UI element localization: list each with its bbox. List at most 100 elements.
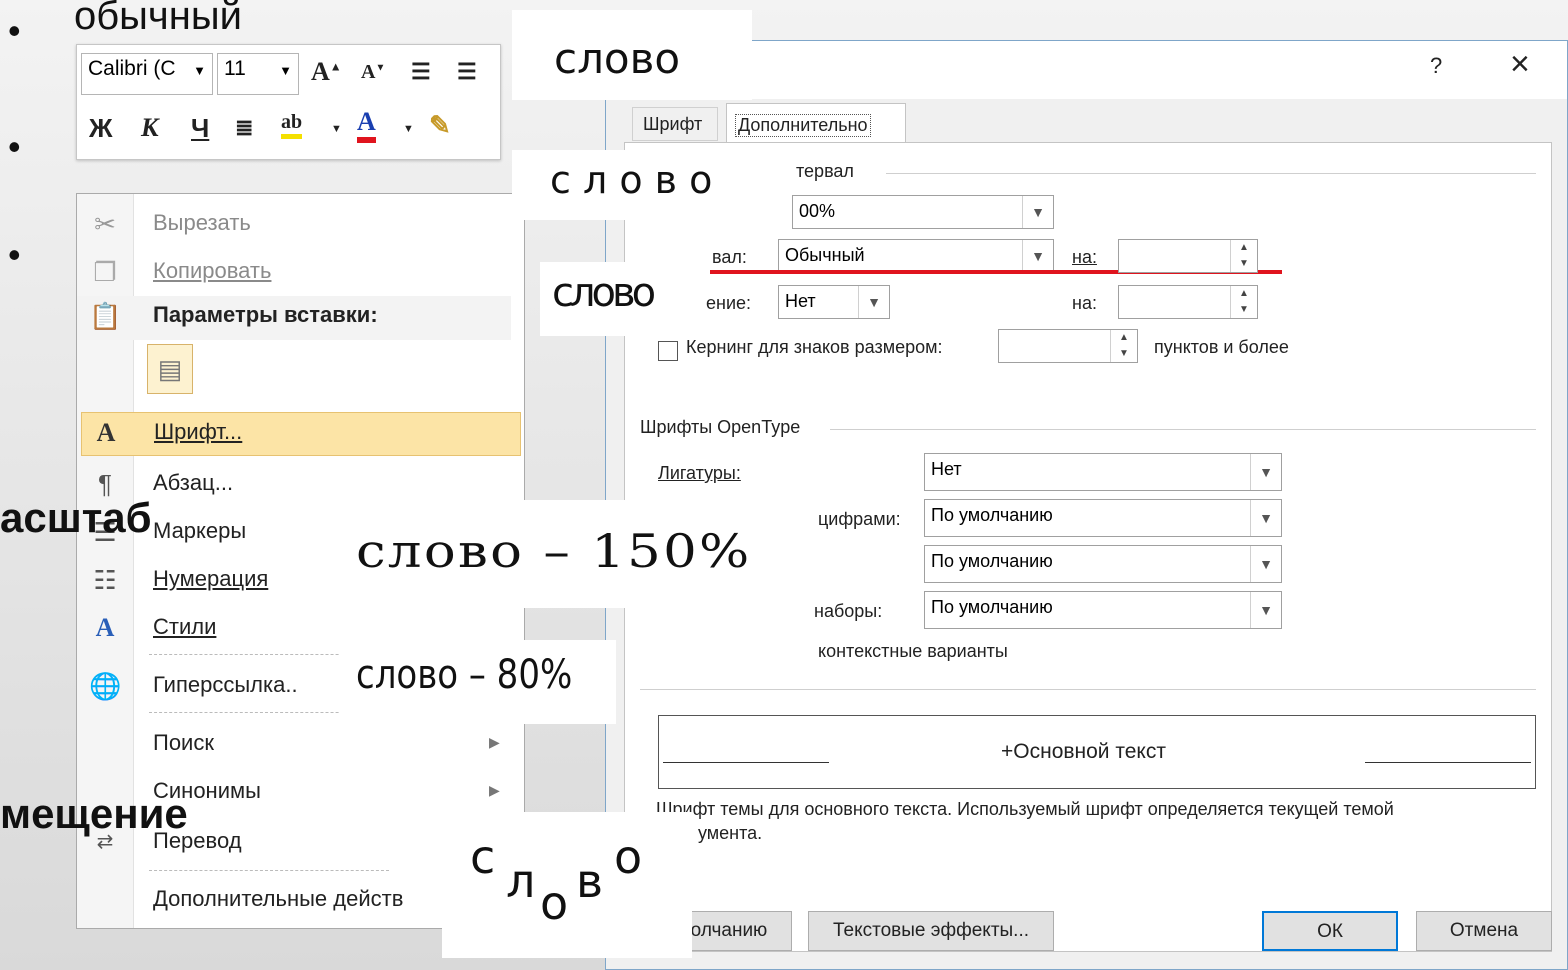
styles-icon: A [95,613,115,642]
offset-letter: л [506,854,536,908]
font-preview-box: +Основной текст [658,715,1536,789]
italic-button[interactable]: К [141,113,159,143]
menu-item-label: Стили [153,614,217,639]
highlight-color-icon[interactable]: ab [281,111,303,139]
cancel-button-label: Отмена [1449,920,1519,941]
bullet-dot: • [8,10,21,51]
sample-normal: слово [512,10,752,100]
kerning-checkbox[interactable] [658,341,678,361]
position-on-spinner[interactable]: ▲ ▼ [1118,285,1258,319]
font-name-combo[interactable]: Calibri (С ▼ [81,53,213,95]
numbered-list-icon: ☷ [93,565,117,595]
grow-font-icon[interactable]: A▲ [311,57,342,87]
increase-indent-icon[interactable]: ☰ [457,59,477,85]
chevron-down-icon: ▼ [1250,500,1281,536]
spacing-label: вал: [712,247,747,267]
position-label: ение: [706,293,752,313]
chevron-right-icon: ▶ [489,734,500,750]
sample-spaced: с л о в о [512,150,792,220]
tab-label: Шрифт [643,114,703,134]
spacing-value: Обычный [785,245,865,265]
tab-font[interactable]: Шрифт [632,107,718,141]
number-spacing-combo[interactable]: По умолчанию ▼ [924,499,1282,537]
chevron-down-icon[interactable]: ▼ [403,123,414,135]
spacing-on-label: на: [1072,247,1097,267]
sample-normal-text: слово [554,34,681,83]
sample-condensed-text: слово [552,270,656,316]
spinner-arrows-icon: ▲ ▼ [1110,330,1137,362]
globe-link-icon: 🌐 [89,671,122,701]
position-combo[interactable]: Нет ▼ [778,285,890,319]
offset-letter: о [540,876,569,930]
position-on-label: на: [1072,293,1097,313]
chevron-down-icon: ▼ [1022,240,1053,272]
tab-advanced[interactable]: Дополнительно [726,103,906,143]
ligatures-combo[interactable]: Нет ▼ [924,453,1282,491]
spacing-on-spinner[interactable]: ▲ ▼ [1118,239,1258,273]
chevron-down-icon: ▼ [1022,196,1053,228]
shrink-font-icon[interactable]: A▼ [361,61,385,84]
mini-toolbar: Calibri (С ▼ 11 ▼ A▲ A▼ ☰ ☰ Ж К Ч ≣ ab ▼… [76,44,501,160]
help-button[interactable]: ? [1430,53,1442,79]
chevron-down-icon[interactable]: ▼ [331,123,342,135]
position-value: Нет [785,291,816,311]
format-painter-icon[interactable]: ✎ [429,111,451,141]
sample-scale-80-text: слово – 80% [356,652,573,698]
font-size-combo[interactable]: 11 ▼ [217,53,299,95]
paste-keep-text-icon[interactable]: ▤ [147,344,193,394]
menu-section-paste-options: 📋 Параметры вставки: [77,296,511,340]
menu-item-label: Маркеры [153,518,247,543]
preview-baseline-right [1365,762,1531,763]
text-effects-button[interactable]: Текстовые эффекты... [808,911,1054,951]
offset-letter: о [614,830,643,884]
font-icon: A [96,418,116,447]
label-offset: мещение [0,790,188,837]
menu-item-label: Дополнительные действ [153,886,404,911]
sample-condensed: слово [540,262,686,336]
opentype-group-label: Шрифты OpenType [640,417,801,437]
menu-item-label: Вырезать [153,210,251,235]
tab-label: Дополнительно [735,114,871,137]
scale-combo[interactable]: 00% ▼ [792,195,1054,229]
center-align-icon[interactable]: ≣ [235,115,253,141]
bullet-1-text: обычный [74,0,242,38]
number-forms-value: По умолчанию [931,551,1053,571]
chevron-down-icon: ▼ [1250,546,1281,582]
font-size-value: 11 [224,57,246,80]
ligatures-value: Нет [931,459,962,479]
chevron-down-icon: ▼ [1250,454,1281,490]
default-button-label: олчанию [690,920,768,941]
number-forms-combo[interactable]: По умолчанию ▼ [924,545,1282,583]
bold-button[interactable]: Ж [89,113,113,144]
bullet-dot: • [8,234,21,275]
offset-letter: с [470,830,496,884]
menu-item-copy[interactable]: ❐ Копировать [77,252,524,296]
menu-item-search[interactable]: Поиск ▶ [77,724,524,768]
ok-button-label: ОК [1317,921,1343,942]
group-line [830,429,1536,430]
spacing-combo[interactable]: Обычный ▼ [778,239,1054,273]
menu-item-cut[interactable]: ✂ Вырезать [77,204,524,248]
kerning-spinner[interactable]: ▲ ▼ [998,329,1138,363]
decrease-indent-icon[interactable]: ☰ [411,59,431,85]
menu-item-label: Копировать [153,258,272,283]
menu-item-label: Поиск [153,730,214,755]
bullet-dot: • [8,126,21,167]
menu-item-font[interactable]: A Шрифт... [81,412,521,456]
preview-separator [640,689,1536,690]
offset-letter: в [576,854,604,908]
group-line [886,173,1536,174]
spinner-arrows-icon: ▲ ▼ [1230,286,1257,318]
sample-scale-150: слово – 150% [340,500,810,608]
close-icon[interactable]: × [1510,45,1530,84]
menu-section-label: Параметры вставки: [153,302,378,327]
clipboard-icon: 📋 [89,301,122,331]
ok-button[interactable]: ОК [1262,911,1398,951]
stylistic-sets-combo[interactable]: По умолчанию ▼ [924,591,1282,629]
underline-button[interactable]: Ч [191,113,209,144]
cancel-button[interactable]: Отмена [1416,911,1552,951]
font-color-icon[interactable]: A [357,107,376,143]
scissors-icon: ✂ [94,209,116,239]
chevron-right-icon: ▶ [489,782,500,798]
preview-baseline-left [663,762,829,763]
